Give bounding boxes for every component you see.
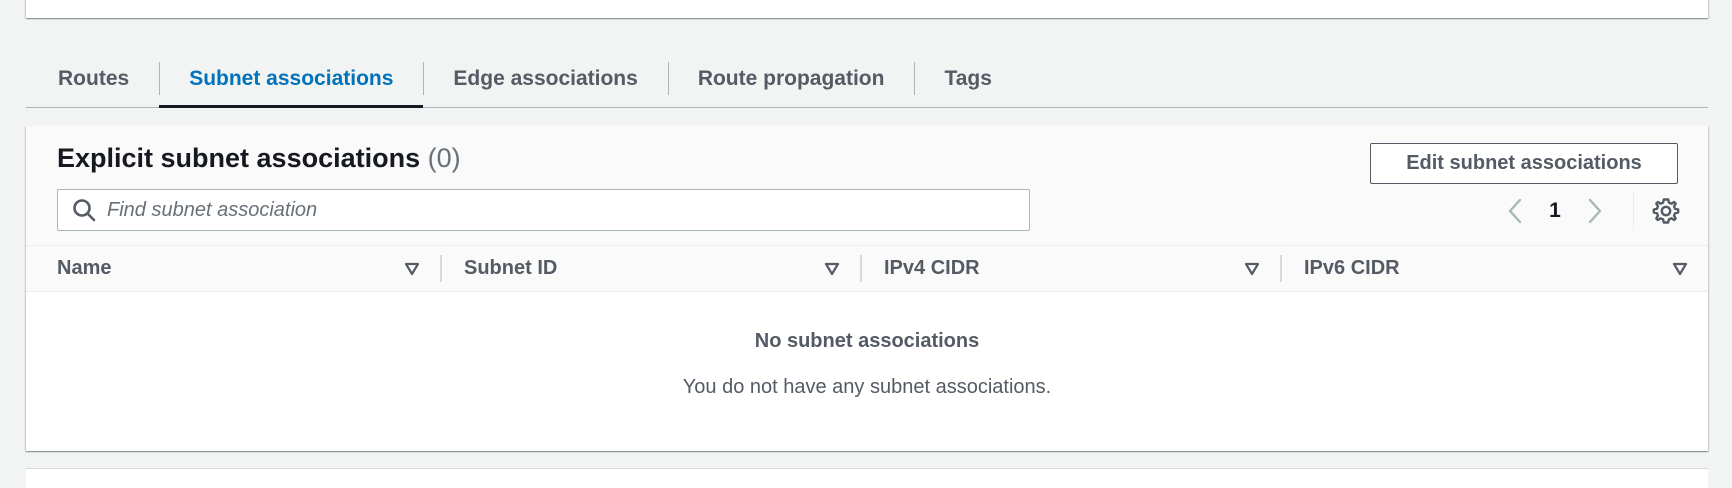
search-input[interactable] xyxy=(107,190,1029,230)
current-page[interactable]: 1 xyxy=(1527,199,1583,223)
sort-down-icon[interactable] xyxy=(404,262,420,276)
next-section-card xyxy=(26,468,1708,488)
panel-title-text: Explicit subnet associations xyxy=(57,143,421,173)
chevron-right-icon[interactable] xyxy=(1583,196,1607,226)
subnet-associations-panel: Explicit subnet associations (0) Edit su… xyxy=(26,126,1708,451)
chevron-left-icon[interactable] xyxy=(1503,196,1527,226)
empty-state-description: You do not have any subnet associations. xyxy=(682,376,1052,398)
pagination: 1 xyxy=(1503,192,1680,230)
column-header-ipv4-cidr[interactable]: IPv4 CIDR xyxy=(860,246,1280,291)
column-label: IPv6 CIDR xyxy=(1304,257,1400,279)
previous-section-card xyxy=(26,0,1708,18)
pager-divider xyxy=(1633,192,1634,230)
panel-title: Explicit subnet associations (0) xyxy=(57,143,461,174)
column-header-subnet-id[interactable]: Subnet ID xyxy=(440,246,860,291)
gear-icon[interactable] xyxy=(1652,197,1680,225)
sort-down-icon[interactable] xyxy=(1244,262,1260,276)
edit-subnet-associations-button[interactable]: Edit subnet associations xyxy=(1370,143,1678,184)
tab-subnet-associations[interactable]: Subnet associations xyxy=(159,50,424,108)
sort-down-icon[interactable] xyxy=(1672,262,1688,276)
association-count: (0) xyxy=(427,143,461,173)
column-header-name[interactable]: Name xyxy=(26,246,440,291)
tab-edge-associations[interactable]: Edge associations xyxy=(423,50,667,107)
column-label: IPv4 CIDR xyxy=(884,257,980,279)
tab-tags[interactable]: Tags xyxy=(914,50,1021,107)
search-icon xyxy=(71,197,97,223)
column-label: Name xyxy=(57,257,112,279)
panel-header: Explicit subnet associations (0) Edit su… xyxy=(26,126,1708,246)
table-header: Name Subnet ID IPv4 CIDR IPv6 CIDR xyxy=(26,246,1708,292)
sort-down-icon[interactable] xyxy=(824,262,840,276)
tab-bar: Routes Subnet associations Edge associat… xyxy=(26,50,1708,108)
column-header-ipv6-cidr[interactable]: IPv6 CIDR xyxy=(1280,246,1708,291)
empty-state-title: No subnet associations xyxy=(754,330,980,352)
tab-routes[interactable]: Routes xyxy=(26,50,159,107)
search-box xyxy=(57,189,1030,231)
tab-route-propagation[interactable]: Route propagation xyxy=(667,50,915,107)
empty-state: No subnet associations You do not have a… xyxy=(26,292,1708,451)
column-label: Subnet ID xyxy=(464,257,558,279)
